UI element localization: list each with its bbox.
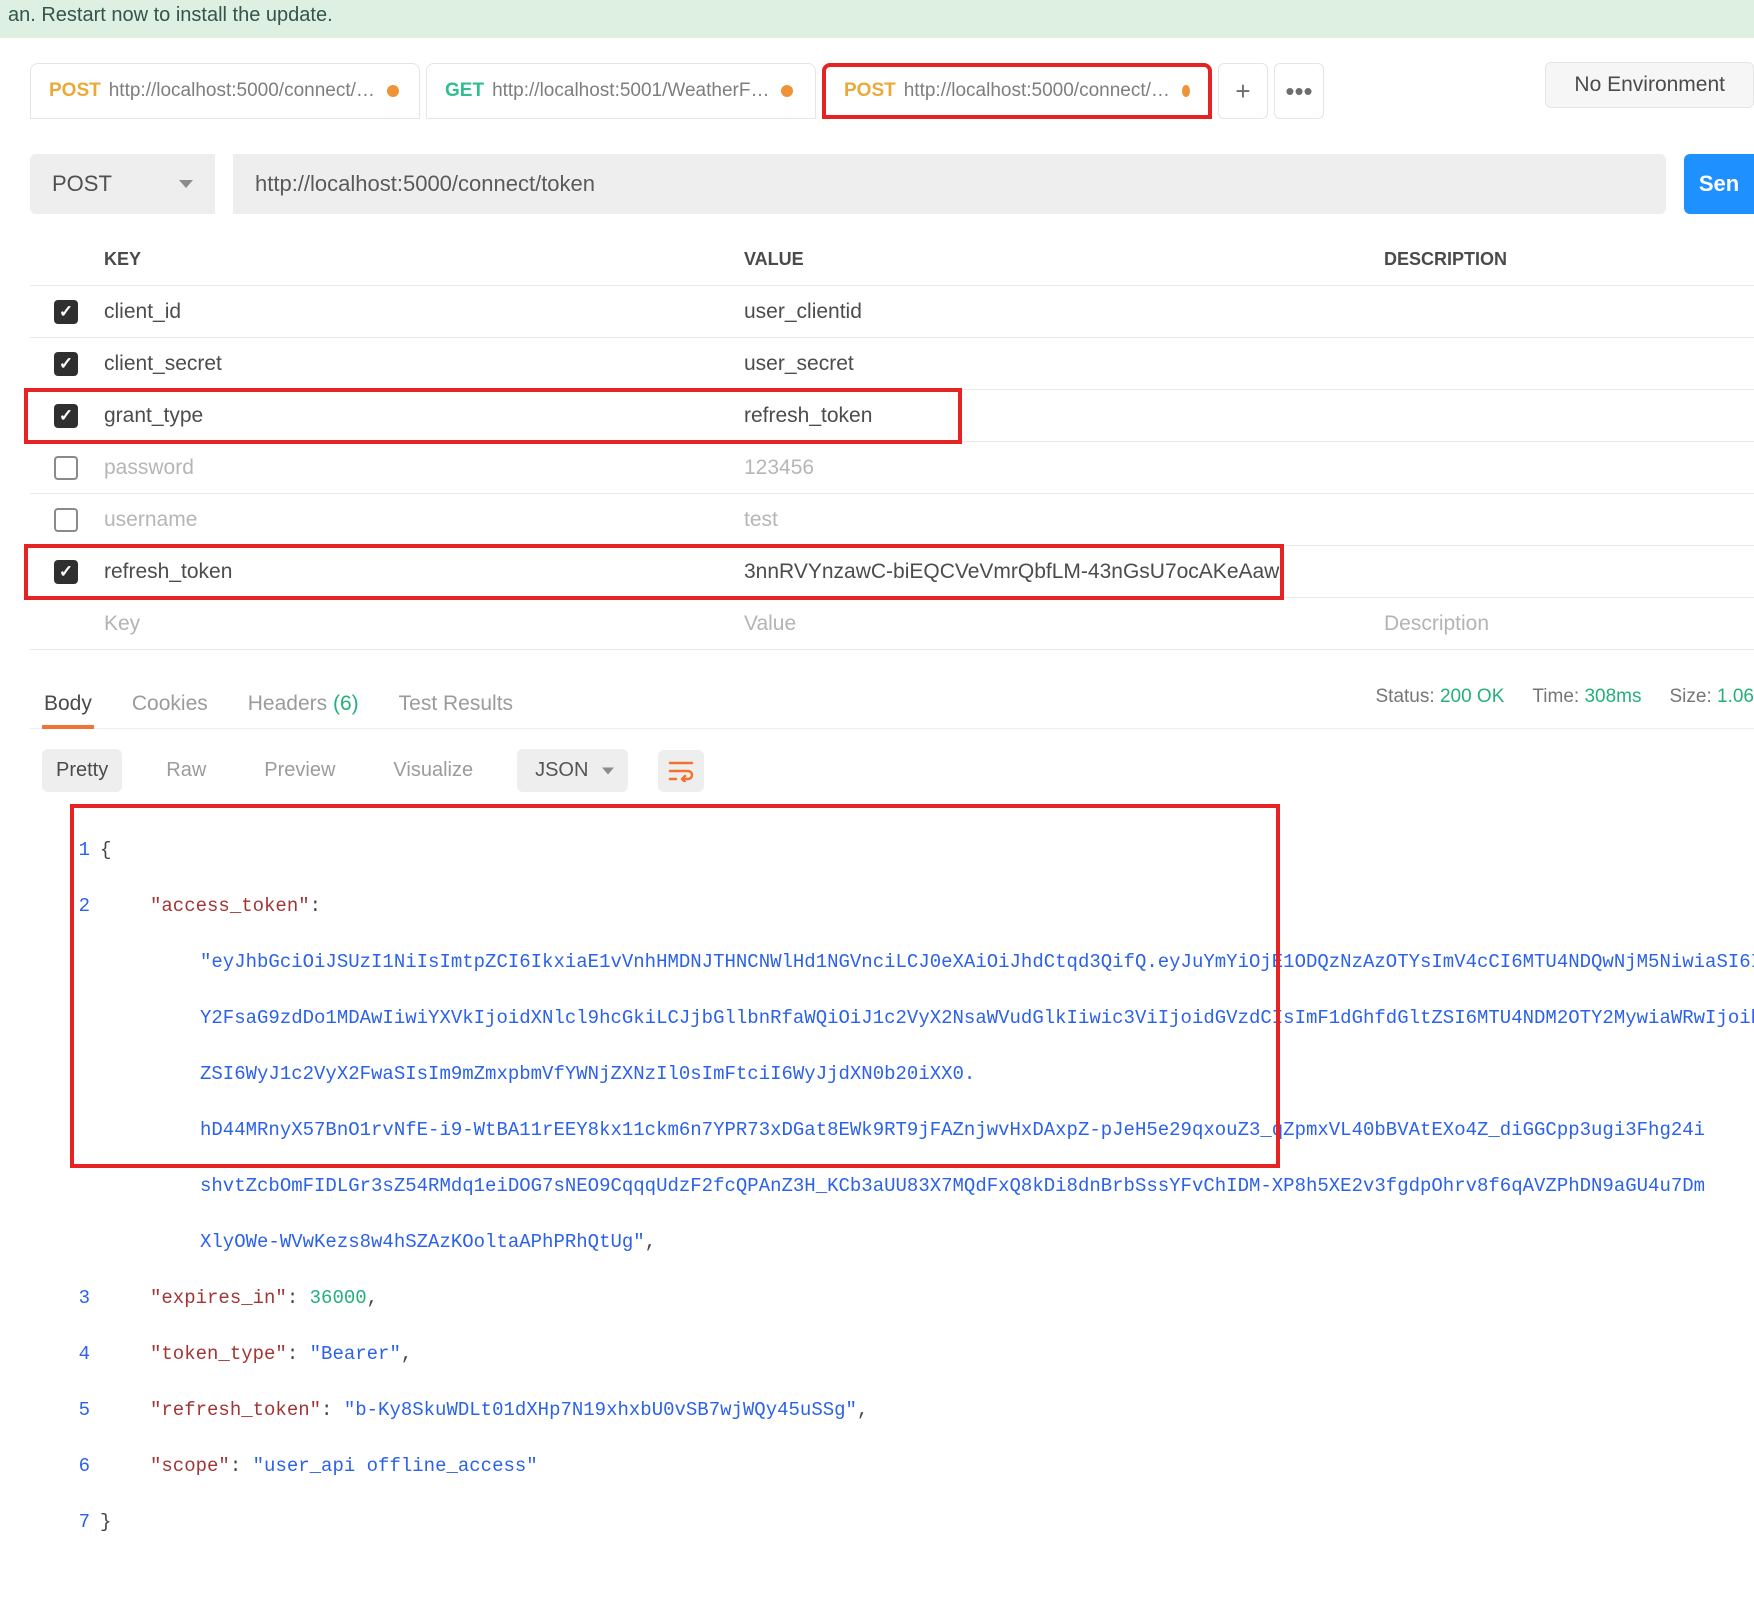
- tab-method: POST: [844, 80, 896, 102]
- ellipsis-icon: •••: [1285, 76, 1312, 107]
- view-pretty[interactable]: Pretty: [42, 749, 122, 792]
- value-cell[interactable]: 123456: [730, 444, 1370, 492]
- checkbox[interactable]: [54, 508, 78, 532]
- checkbox[interactable]: [54, 300, 78, 324]
- tab-method: GET: [445, 80, 484, 102]
- view-visualize[interactable]: Visualize: [379, 749, 487, 792]
- tab-label: http://localhost:5001/WeatherF…: [492, 80, 769, 102]
- table-row[interactable]: password 123456: [30, 442, 1754, 494]
- tab-actions-button[interactable]: •••: [1274, 63, 1324, 119]
- unsaved-dot-icon: [1182, 85, 1190, 97]
- new-tab-button[interactable]: +: [1218, 63, 1268, 119]
- value-cell[interactable]: user_secret: [730, 340, 1370, 388]
- col-value: VALUE: [730, 237, 1370, 282]
- desc-cell[interactable]: [1370, 508, 1754, 532]
- key-cell[interactable]: password: [90, 444, 730, 492]
- wrap-lines-button[interactable]: [658, 750, 704, 792]
- format-dropdown[interactable]: JSON: [517, 749, 628, 792]
- desc-cell[interactable]: [1370, 560, 1754, 584]
- desc-placeholder[interactable]: Description: [1370, 600, 1754, 648]
- key-cell[interactable]: client_id: [90, 288, 730, 336]
- method-text: POST: [52, 171, 112, 197]
- tabs-row: POST http://localhost:5000/connect/… GET…: [30, 63, 1754, 119]
- desc-cell[interactable]: [1370, 352, 1754, 376]
- url-input[interactable]: http://localhost:5000/connect/token: [233, 154, 1666, 214]
- tab-label: http://localhost:5000/connect/…: [109, 80, 375, 102]
- banner-text: an. Restart now to install the update.: [8, 4, 333, 27]
- checkbox[interactable]: [54, 560, 78, 584]
- value-cell[interactable]: 3nnRVYnzawC-biEQCVeVmrQbfLM-43nGsU7ocAKe…: [730, 548, 1370, 596]
- time-value: 308ms: [1584, 686, 1641, 707]
- table-row[interactable]: client_id user_clientid: [30, 286, 1754, 338]
- tab-cookies[interactable]: Cookies: [130, 680, 210, 728]
- request-row: POST http://localhost:5000/connect/token…: [30, 154, 1754, 214]
- tab-label: http://localhost:5000/connect/…: [904, 80, 1170, 102]
- caret-down-icon: [179, 180, 193, 188]
- unsaved-dot-icon: [781, 85, 793, 97]
- key-cell[interactable]: grant_type: [90, 392, 730, 440]
- table-row-refresh-token[interactable]: refresh_token 3nnRVYnzawC-biEQCVeVmrQbfL…: [30, 546, 1754, 598]
- col-description: DESCRIPTION: [1370, 237, 1754, 282]
- method-dropdown[interactable]: POST: [30, 154, 215, 214]
- tab-headers[interactable]: Headers (6): [246, 680, 361, 728]
- checkbox[interactable]: [54, 404, 78, 428]
- table-row[interactable]: username test: [30, 494, 1754, 546]
- view-raw[interactable]: Raw: [152, 749, 220, 792]
- response-json[interactable]: 1{ 2"access_token": "eyJhbGciOiJSUzI1NiI…: [70, 808, 1754, 1620]
- url-text: http://localhost:5000/connect/token: [255, 171, 595, 197]
- plus-icon: +: [1235, 76, 1250, 107]
- tab-body[interactable]: Body: [42, 680, 94, 728]
- unsaved-dot-icon: [387, 85, 399, 97]
- send-label: Sen: [1699, 171, 1739, 197]
- key-cell[interactable]: refresh_token: [90, 548, 730, 596]
- response-meta: Status: 200 OK Time: 308ms Size: 1.06: [1376, 686, 1754, 708]
- size-value: 1.06: [1717, 686, 1754, 707]
- value-placeholder[interactable]: Value: [730, 600, 1370, 648]
- table-row[interactable]: client_secret user_secret: [30, 338, 1754, 390]
- table-row-placeholder[interactable]: Key Value Description: [30, 598, 1754, 650]
- update-banner: an. Restart now to install the update.: [0, 0, 1754, 38]
- desc-cell[interactable]: [1370, 300, 1754, 324]
- tab-method: POST: [49, 80, 101, 102]
- value-cell[interactable]: user_clientid: [730, 288, 1370, 336]
- col-key: KEY: [90, 237, 730, 282]
- tab-1[interactable]: POST http://localhost:5000/connect/…: [30, 63, 420, 119]
- key-cell[interactable]: client_secret: [90, 340, 730, 388]
- send-button[interactable]: Sen: [1684, 154, 1754, 214]
- view-preview[interactable]: Preview: [250, 749, 349, 792]
- checkbox[interactable]: [54, 352, 78, 376]
- tab-3-active[interactable]: POST http://localhost:5000/connect/…: [822, 63, 1212, 119]
- desc-cell[interactable]: [1370, 456, 1754, 480]
- params-table: KEY VALUE DESCRIPTION client_id user_cli…: [30, 234, 1754, 650]
- response-controls: Pretty Raw Preview Visualize JSON: [30, 749, 1754, 792]
- value-cell[interactable]: test: [730, 496, 1370, 544]
- tab-2[interactable]: GET http://localhost:5001/WeatherF…: [426, 63, 816, 119]
- caret-down-icon: [602, 767, 614, 774]
- desc-cell[interactable]: [1370, 404, 1754, 428]
- checkbox[interactable]: [54, 456, 78, 480]
- params-header: KEY VALUE DESCRIPTION: [30, 234, 1754, 286]
- tab-test-results[interactable]: Test Results: [397, 680, 515, 728]
- value-cell[interactable]: refresh_token: [730, 392, 1370, 440]
- table-row-grant-type[interactable]: grant_type refresh_token: [30, 390, 1754, 442]
- status-value: 200 OK: [1440, 686, 1504, 707]
- key-placeholder[interactable]: Key: [90, 600, 730, 648]
- key-cell[interactable]: username: [90, 496, 730, 544]
- response-tabs: Body Cookies Headers (6) Test Results St…: [30, 680, 1754, 729]
- wrap-icon: [668, 760, 694, 782]
